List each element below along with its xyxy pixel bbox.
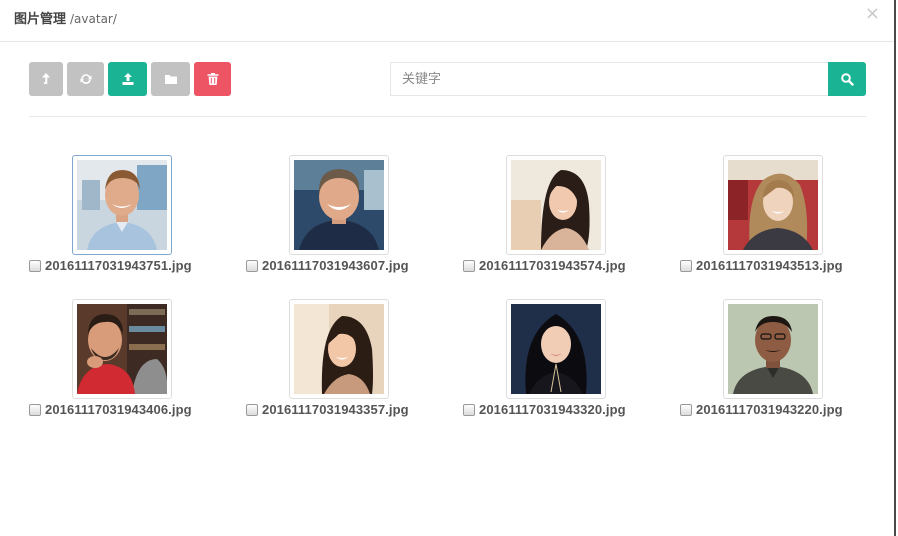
- toolbar: [29, 62, 235, 96]
- upload-button[interactable]: [108, 62, 147, 96]
- file-name: 20161117031943320.jpg: [479, 402, 626, 417]
- file-name-row: 20161117031943320.jpg: [463, 402, 626, 417]
- file-checkbox[interactable]: [463, 259, 475, 272]
- file-item: 20161117031943607.jpg: [246, 155, 446, 285]
- file-item: 20161117031943320.jpg: [463, 299, 663, 429]
- avatar-photo: [294, 160, 384, 250]
- avatar-photo: [294, 304, 384, 394]
- file-name-row: 20161117031943574.jpg: [463, 258, 626, 273]
- avatar-photo: [728, 304, 818, 394]
- file-name: 20161117031943574.jpg: [479, 258, 626, 273]
- file-name: 20161117031943406.jpg: [45, 402, 192, 417]
- avatar-photo: [77, 304, 167, 394]
- file-name: 20161117031943513.jpg: [696, 258, 843, 273]
- file-name-row: 20161117031943607.jpg: [246, 258, 409, 273]
- current-path: /avatar/: [70, 12, 117, 26]
- upload-icon: [122, 73, 133, 85]
- image-manager-dialog: 图片管理/avatar/ × 关键字 20161117031943751.jpg…: [0, 0, 896, 536]
- search-input[interactable]: [390, 62, 828, 96]
- refresh-button[interactable]: [67, 62, 104, 96]
- file-thumbnail[interactable]: [289, 299, 389, 399]
- search-icon: [841, 73, 854, 86]
- file-name-row: 20161117031943220.jpg: [680, 402, 843, 417]
- avatar-photo: [77, 160, 167, 250]
- file-name: 20161117031943220.jpg: [696, 402, 843, 417]
- file-name: 20161117031943607.jpg: [262, 258, 409, 273]
- dialog-title-text: 图片管理: [14, 12, 67, 27]
- file-thumbnail[interactable]: [506, 299, 606, 399]
- search-button[interactable]: [828, 62, 866, 96]
- dialog-header: 图片管理/avatar/ ×: [0, 0, 894, 42]
- close-button[interactable]: ×: [865, 5, 880, 23]
- file-checkbox[interactable]: [246, 403, 258, 416]
- file-item: 20161117031943751.jpg: [29, 155, 229, 285]
- search-bar: [390, 62, 866, 96]
- trash-icon: [207, 73, 218, 85]
- file-checkbox[interactable]: [29, 259, 41, 272]
- file-thumbnail[interactable]: [723, 155, 823, 255]
- file-name: 20161117031943357.jpg: [262, 402, 409, 417]
- avatar-photo: [511, 160, 601, 250]
- file-checkbox[interactable]: [680, 403, 692, 416]
- folder-icon: [164, 75, 177, 84]
- toolbar-divider: [29, 116, 866, 117]
- dialog-title: 图片管理/avatar/: [14, 8, 117, 27]
- file-item: 20161117031943220.jpg: [680, 299, 880, 429]
- file-name-row: 20161117031943513.jpg: [680, 258, 843, 273]
- file-name-row: 20161117031943406.jpg: [29, 402, 192, 417]
- avatar-photo: [728, 160, 818, 250]
- file-checkbox[interactable]: [463, 403, 475, 416]
- refresh-icon: [79, 74, 92, 84]
- file-item: 20161117031943574.jpg: [463, 155, 663, 285]
- file-checkbox[interactable]: [246, 259, 258, 272]
- new-folder-button[interactable]: [151, 62, 190, 96]
- file-name-row: 20161117031943751.jpg: [29, 258, 192, 273]
- file-item: 20161117031943406.jpg: [29, 299, 229, 429]
- file-thumbnail[interactable]: [506, 155, 606, 255]
- file-thumbnail[interactable]: [723, 299, 823, 399]
- file-thumbnail[interactable]: [72, 155, 172, 255]
- file-name-row: 20161117031943357.jpg: [246, 402, 409, 417]
- file-checkbox[interactable]: [680, 259, 692, 272]
- file-name: 20161117031943751.jpg: [45, 258, 192, 273]
- file-checkbox[interactable]: [29, 403, 41, 416]
- level-up-icon: [42, 73, 50, 84]
- file-thumbnail[interactable]: [72, 299, 172, 399]
- avatar-photo: [511, 304, 601, 394]
- file-item: 20161117031943357.jpg: [246, 299, 446, 429]
- go-up-button[interactable]: [29, 62, 63, 96]
- delete-button[interactable]: [194, 62, 231, 96]
- file-item: 20161117031943513.jpg: [680, 155, 880, 285]
- file-thumbnail[interactable]: [289, 155, 389, 255]
